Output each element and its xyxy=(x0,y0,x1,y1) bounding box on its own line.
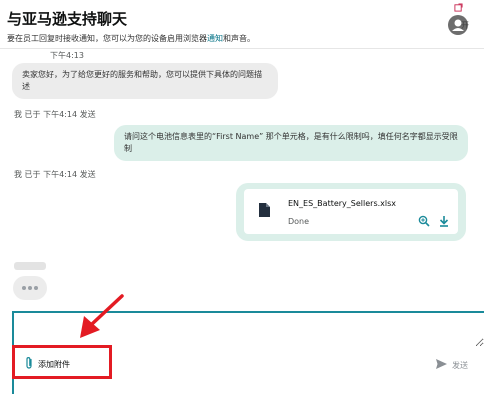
attachment-filename: EN_ES_Battery_Sellers.xlsx xyxy=(288,199,397,208)
message-input[interactable] xyxy=(14,313,484,347)
zoom-in-icon[interactable] xyxy=(418,215,430,227)
agent-name-placeholder xyxy=(14,262,46,270)
my-message-meta: 我 已于 下午4:14 发送 xyxy=(14,110,96,119)
my-attachment-meta: 我 已于 下午4:14 发送 xyxy=(14,170,96,179)
notification-link[interactable]: 通知 xyxy=(207,34,223,43)
attachment-bubble: EN_ES_Battery_Sellers.xlsx Done xyxy=(236,183,466,241)
send-icon xyxy=(436,359,447,369)
paperclip-icon xyxy=(26,357,32,369)
send-label: 发送 xyxy=(452,361,468,370)
my-message: 请问这个电池信息表里的“First Name” 那个单元格，是有什么限制吗，填任… xyxy=(114,125,468,161)
attachment-status: Done xyxy=(288,217,310,226)
file-icon xyxy=(259,203,270,217)
typing-dot xyxy=(28,286,32,290)
page-title: 与亚马逊支持聊天 xyxy=(7,10,128,28)
download-icon[interactable] xyxy=(438,215,450,227)
typing-dot xyxy=(22,286,26,290)
popout-label: 开 xyxy=(461,21,469,30)
attachment-card[interactable]: EN_ES_Battery_Sellers.xlsx Done xyxy=(244,189,458,234)
notification-hint: 要在员工回复时接收通知，您可以为您的设备启用浏览器通知和声音。 xyxy=(7,33,255,44)
chat-header: 与亚马逊支持聊天 要在员工回复时接收通知，您可以为您的设备启用浏览器通知和声音。… xyxy=(0,0,484,50)
popout-button[interactable]: 开 xyxy=(448,3,478,39)
typing-indicator xyxy=(13,276,47,300)
agent-message: 卖家您好，为了给您更好的服务和帮助，您可以提供下具体的问题描述 xyxy=(12,63,278,99)
external-link-icon xyxy=(454,3,463,12)
agent-timestamp: 下午4:13 xyxy=(50,51,84,60)
typing-dot xyxy=(34,286,38,290)
notification-hint-prefix: 要在员工回复时接收通知，您可以为您的设备启用浏览器 xyxy=(7,34,207,43)
add-attachment-label: 添加附件 xyxy=(38,360,70,369)
header-divider xyxy=(0,48,484,49)
notification-hint-suffix: 和声音。 xyxy=(223,34,255,43)
